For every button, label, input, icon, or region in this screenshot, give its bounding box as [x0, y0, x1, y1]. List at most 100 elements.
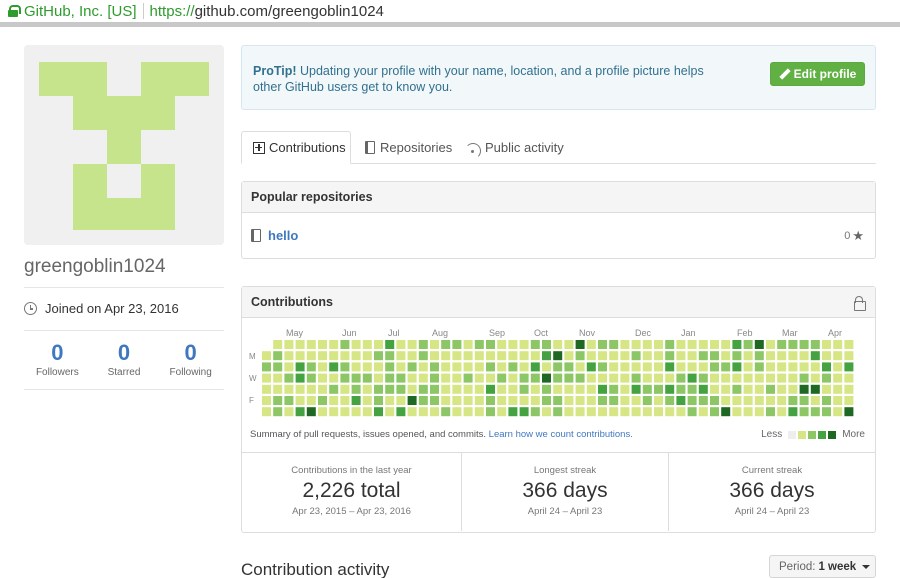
contribution-day[interactable] — [654, 351, 663, 361]
contribution-day[interactable] — [844, 396, 854, 405]
contribution-day[interactable] — [452, 340, 462, 349]
contribution-day[interactable] — [788, 362, 798, 372]
contribution-day[interactable] — [586, 407, 596, 417]
contribution-day[interactable] — [486, 362, 495, 372]
contribution-day[interactable] — [396, 396, 406, 405]
contribution-day[interactable] — [553, 362, 563, 372]
contribution-day[interactable] — [329, 351, 339, 361]
contribution-day[interactable] — [665, 351, 675, 361]
contribution-day[interactable] — [788, 384, 798, 394]
contribution-day[interactable] — [575, 373, 585, 383]
contribution-day[interactable] — [665, 340, 675, 349]
contribution-day[interactable] — [721, 384, 731, 394]
contribution-day[interactable] — [385, 373, 395, 383]
contribution-day[interactable] — [329, 384, 339, 394]
contribution-day[interactable] — [351, 384, 361, 394]
contribution-day[interactable] — [777, 384, 787, 394]
contribution-day[interactable] — [810, 373, 820, 383]
contribution-day[interactable] — [654, 396, 663, 405]
contribution-day[interactable] — [777, 340, 787, 349]
contribution-day[interactable] — [676, 351, 686, 361]
contribution-day[interactable] — [553, 407, 563, 417]
contribution-day[interactable] — [721, 351, 731, 361]
contribution-day[interactable] — [710, 396, 719, 405]
contribution-day[interactable] — [430, 351, 439, 361]
contribution-day[interactable] — [463, 351, 473, 361]
contribution-day[interactable] — [822, 384, 831, 394]
contribution-day[interactable] — [351, 373, 361, 383]
contribution-day[interactable] — [474, 407, 484, 417]
contribution-day[interactable] — [844, 384, 854, 394]
contribution-day[interactable] — [273, 384, 283, 394]
contribution-day[interactable] — [553, 396, 563, 405]
contribution-day[interactable] — [486, 340, 495, 349]
contribution-day[interactable] — [396, 373, 406, 383]
contribution-day[interactable] — [833, 340, 843, 349]
contribution-day[interactable] — [519, 407, 529, 417]
contribution-day[interactable] — [441, 373, 451, 383]
contribution-day[interactable] — [631, 351, 641, 361]
contribution-day[interactable] — [698, 340, 708, 349]
contribution-day[interactable] — [508, 384, 518, 394]
contribution-day[interactable] — [564, 384, 574, 394]
contribution-day[interactable] — [788, 351, 798, 361]
contribution-day[interactable] — [564, 351, 574, 361]
contribution-day[interactable] — [474, 340, 484, 349]
contribution-day[interactable] — [306, 373, 316, 383]
contribution-day[interactable] — [418, 351, 428, 361]
contribution-day[interactable] — [463, 407, 473, 417]
contribution-day[interactable] — [362, 384, 372, 394]
contribution-day[interactable] — [486, 407, 495, 417]
contribution-day[interactable] — [833, 396, 843, 405]
contribution-day[interactable] — [306, 396, 316, 405]
contribution-day[interactable] — [340, 407, 350, 417]
contribution-day[interactable] — [743, 384, 753, 394]
contribution-day[interactable] — [441, 396, 451, 405]
contribution-day[interactable] — [654, 373, 663, 383]
contribution-day[interactable] — [766, 407, 775, 417]
contribution-day[interactable] — [631, 384, 641, 394]
contribution-day[interactable] — [362, 340, 372, 349]
contribution-day[interactable] — [732, 362, 742, 372]
contribution-day[interactable] — [385, 362, 395, 372]
contribution-day[interactable] — [721, 373, 731, 383]
contribution-day[interactable] — [340, 340, 350, 349]
contribution-day[interactable] — [497, 351, 507, 361]
contribution-day[interactable] — [407, 396, 417, 405]
contribution-day[interactable] — [284, 384, 294, 394]
contribution-day[interactable] — [519, 340, 529, 349]
contribution-day[interactable] — [441, 407, 451, 417]
contribution-day[interactable] — [295, 351, 305, 361]
contribution-day[interactable] — [463, 384, 473, 394]
contribution-day[interactable] — [631, 362, 641, 372]
contribution-day[interactable] — [351, 396, 361, 405]
contribution-day[interactable] — [698, 373, 708, 383]
contribution-day[interactable] — [351, 407, 361, 417]
contribution-day[interactable] — [564, 407, 574, 417]
contribution-day[interactable] — [833, 384, 843, 394]
contribution-day[interactable] — [329, 373, 339, 383]
contribution-day[interactable] — [777, 351, 787, 361]
contribution-day[interactable] — [418, 340, 428, 349]
contribution-day[interactable] — [441, 384, 451, 394]
contribution-day[interactable] — [810, 384, 820, 394]
contribution-day[interactable] — [362, 407, 372, 417]
contribution-day[interactable] — [598, 407, 607, 417]
contribution-day[interactable] — [284, 351, 294, 361]
contribution-day[interactable] — [575, 384, 585, 394]
contribution-day[interactable] — [609, 362, 619, 372]
contribution-day[interactable] — [743, 373, 753, 383]
contribution-day[interactable] — [586, 362, 596, 372]
contribution-day[interactable] — [463, 340, 473, 349]
contribution-day[interactable] — [766, 351, 775, 361]
contribution-day[interactable] — [385, 340, 395, 349]
contribution-day[interactable] — [273, 373, 283, 383]
contribution-day[interactable] — [329, 407, 339, 417]
contribution-day[interactable] — [542, 373, 551, 383]
contribution-day[interactable] — [430, 340, 439, 349]
contribution-day[interactable] — [620, 373, 630, 383]
contribution-day[interactable] — [273, 362, 283, 372]
contribution-day[interactable] — [374, 396, 383, 405]
contribution-day[interactable] — [844, 407, 854, 417]
contribution-day[interactable] — [295, 373, 305, 383]
